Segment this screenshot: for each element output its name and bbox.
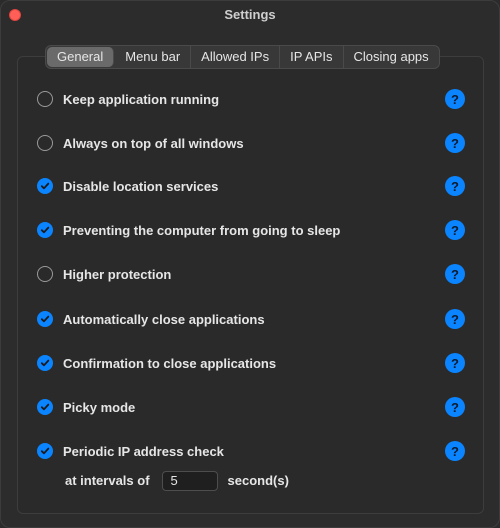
always-on-top-label: Always on top of all windows bbox=[63, 135, 244, 151]
higher-protection-checkbox[interactable] bbox=[37, 266, 53, 282]
tab-allowed-ips[interactable]: Allowed IPs bbox=[191, 46, 281, 68]
confirm-close-label: Confirmation to close applications bbox=[63, 355, 277, 371]
help-icon[interactable]: ? bbox=[445, 397, 465, 417]
periodic-ip-check-label: Periodic IP address check bbox=[63, 443, 224, 459]
disable-location-label: Disable location services bbox=[63, 178, 219, 194]
option-row-always-on-top: Always on top of all windows ? bbox=[37, 132, 467, 154]
interval-suffix-label: second(s) bbox=[227, 473, 289, 488]
periodic-ip-check-checkbox[interactable] bbox=[37, 443, 53, 459]
help-icon[interactable]: ? bbox=[445, 176, 465, 196]
help-icon[interactable]: ? bbox=[445, 133, 465, 153]
option-row-picky-mode: Picky mode ? bbox=[37, 396, 467, 418]
option-row-confirm-close: Confirmation to close applications ? bbox=[37, 352, 467, 374]
tab-closing-apps[interactable]: Closing apps bbox=[344, 46, 439, 68]
option-row-prevent-sleep: Preventing the computer from going to sl… bbox=[37, 219, 467, 241]
tab-menu-bar[interactable]: Menu bar bbox=[115, 46, 192, 68]
auto-close-checkbox[interactable] bbox=[37, 311, 53, 327]
keep-running-label: Keep application running bbox=[63, 91, 220, 107]
option-row-higher-protection: Higher protection ? bbox=[37, 263, 467, 285]
help-icon[interactable]: ? bbox=[445, 89, 465, 109]
tab-general[interactable]: General bbox=[47, 47, 115, 67]
help-icon[interactable]: ? bbox=[445, 264, 465, 284]
interval-seconds-input[interactable] bbox=[161, 470, 218, 491]
higher-protection-label: Higher protection bbox=[63, 266, 172, 282]
tab-bar: General Menu bar Allowed IPs IP APIs Clo… bbox=[45, 45, 440, 69]
disable-location-checkbox[interactable] bbox=[37, 178, 53, 194]
help-icon[interactable]: ? bbox=[445, 309, 465, 329]
confirm-close-checkbox[interactable] bbox=[37, 355, 53, 371]
option-row-auto-close: Automatically close applications ? bbox=[37, 308, 467, 330]
auto-close-label: Automatically close applications bbox=[63, 311, 265, 327]
option-row-disable-location: Disable location services ? bbox=[37, 175, 467, 197]
help-icon[interactable]: ? bbox=[445, 220, 465, 240]
help-icon[interactable]: ? bbox=[445, 353, 465, 373]
interval-setting: at intervals of second(s) bbox=[65, 470, 289, 491]
prevent-sleep-label: Preventing the computer from going to sl… bbox=[63, 222, 341, 238]
settings-window: Settings General Menu bar Allowed IPs IP… bbox=[0, 0, 500, 528]
tab-ip-apis[interactable]: IP APIs bbox=[280, 46, 344, 68]
interval-prefix-label: at intervals of bbox=[65, 473, 150, 488]
window-title: Settings bbox=[224, 7, 276, 22]
help-icon[interactable]: ? bbox=[445, 441, 465, 461]
option-row-periodic-ip-check: Periodic IP address check ? bbox=[37, 440, 467, 462]
picky-mode-label: Picky mode bbox=[63, 399, 136, 415]
keep-running-checkbox[interactable] bbox=[37, 91, 53, 107]
title-bar: Settings bbox=[1, 1, 499, 29]
prevent-sleep-checkbox[interactable] bbox=[37, 222, 53, 238]
picky-mode-checkbox[interactable] bbox=[37, 399, 53, 415]
option-row-keep-running: Keep application running ? bbox=[37, 88, 467, 110]
always-on-top-checkbox[interactable] bbox=[37, 135, 53, 151]
